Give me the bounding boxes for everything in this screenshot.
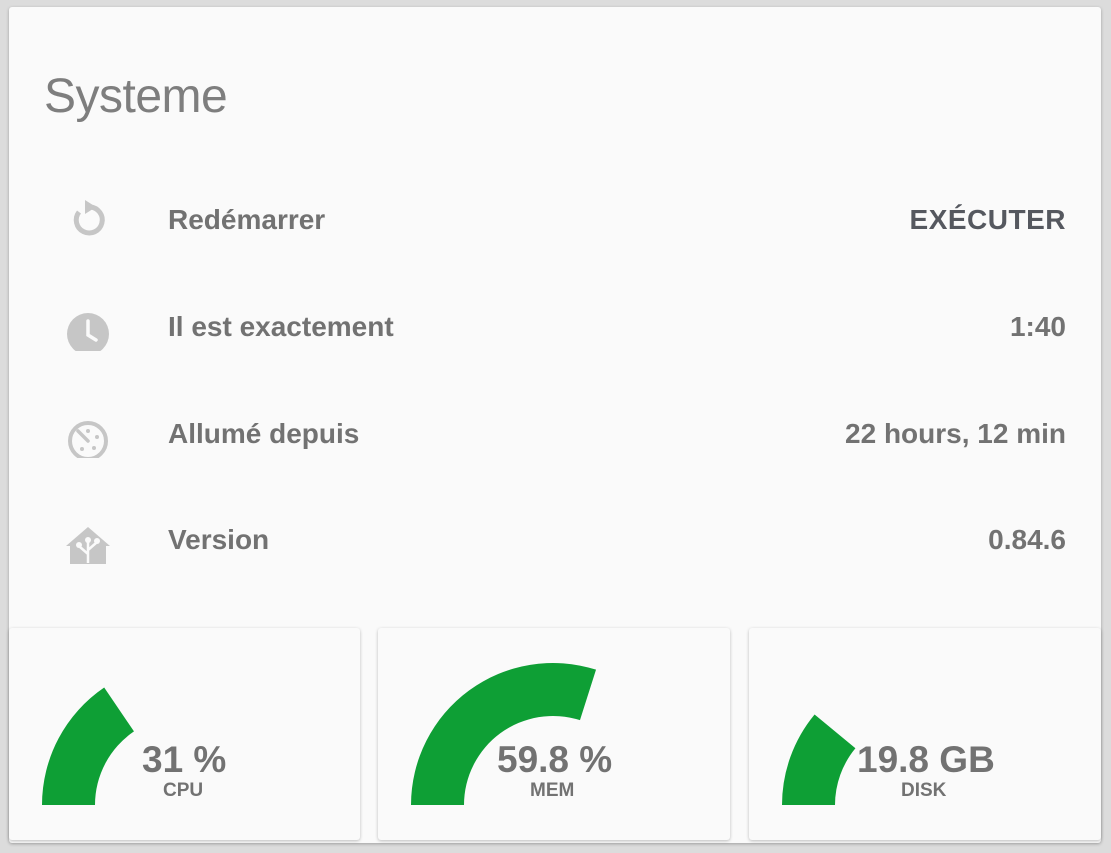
- row-label: Version: [168, 524, 270, 555]
- gauge-disk: 19.8 GB DISK: [749, 628, 1101, 840]
- system-card: Systeme Redémarrer EXÉCUTER Il est exact…: [9, 7, 1101, 843]
- row-uptime: Allumé depuis 22 hours, 12 min: [9, 404, 1101, 464]
- gauge-cpu: 31 % CPU: [9, 628, 360, 840]
- gauge-label: DISK: [901, 780, 947, 801]
- gauge-arc: [782, 714, 856, 805]
- row-label: Il est exactement: [168, 311, 394, 342]
- gauge-mem: 59.8 % MEM: [378, 628, 730, 840]
- gauge-value: 19.8 GB: [857, 739, 995, 780]
- row-time: Il est exactement 1:40: [9, 297, 1101, 357]
- gauge-label: CPU: [163, 780, 204, 801]
- execute-button[interactable]: EXÉCUTER: [910, 204, 1066, 236]
- gauge-arc: [42, 687, 134, 805]
- gauge-value: 59.8 %: [497, 739, 613, 780]
- timer-icon: [63, 410, 111, 461]
- gauge-value: 31 %: [142, 739, 227, 780]
- gauge-row: 31 % CPU 59.8 % MEM 19.8 GB DISK: [9, 628, 1101, 843]
- version-value: 0.84.6: [988, 524, 1066, 555]
- restart-icon: [63, 196, 111, 244]
- row-label: Redémarrer: [168, 204, 326, 235]
- gauge-fill: [42, 687, 134, 805]
- time-value: 1:40: [1009, 311, 1066, 342]
- uptime-value: 22 hours, 12 min: [845, 418, 1066, 449]
- gauge-label: MEM: [530, 780, 575, 801]
- card-title: Systeme: [44, 70, 228, 123]
- home-assistant-icon: [63, 516, 111, 565]
- gauge-arc: [411, 663, 597, 805]
- clock-icon: [63, 303, 111, 355]
- row-restart: Redémarrer EXÉCUTER: [9, 190, 1101, 250]
- row-version: Version 0.84.6: [9, 510, 1101, 570]
- gauge-fill: [782, 714, 856, 805]
- row-label: Allumé depuis: [168, 418, 360, 449]
